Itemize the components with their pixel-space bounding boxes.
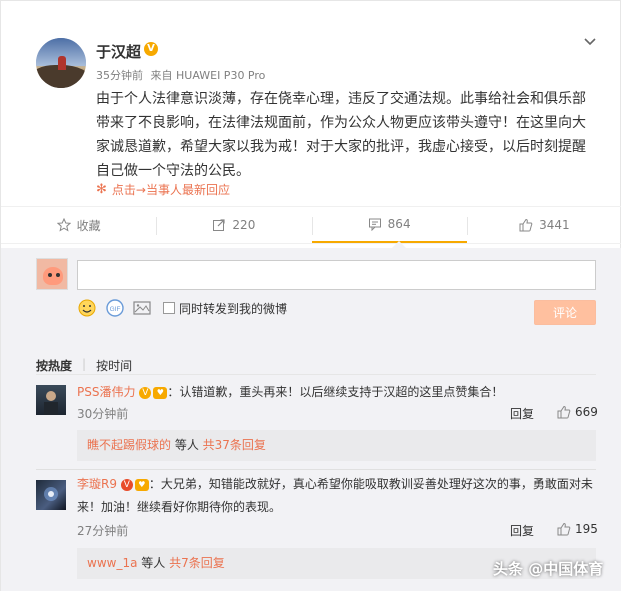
- sub-reply-mid: 等人: [171, 438, 203, 452]
- comment-line: PSS潘伟力 V ♥ ：认错道歉，重头再来！以后继续支持于汉超的这里点赞集合！: [77, 383, 597, 400]
- star-icon: [56, 218, 71, 232]
- verified-badge-icon: V: [120, 478, 133, 491]
- commenter-name[interactable]: PSS潘伟力: [77, 385, 135, 399]
- sub-reply-count[interactable]: 共7条回复: [169, 556, 225, 570]
- my-avatar: [36, 258, 68, 290]
- comment-time: 27分钟前: [77, 524, 129, 538]
- comment-button[interactable]: 864: [311, 207, 467, 243]
- like-count: 3441: [539, 218, 570, 232]
- commenter-avatar[interactable]: [36, 480, 66, 510]
- watermark: 头条 @中国体育: [493, 560, 604, 578]
- comment-count: 864: [387, 217, 411, 231]
- thumbs-up-icon: [557, 522, 571, 536]
- commenter-avatar[interactable]: [36, 385, 66, 415]
- comment-like-button[interactable]: 195: [557, 522, 598, 536]
- forward-icon: [213, 219, 226, 231]
- image-icon[interactable]: [132, 298, 152, 318]
- reply-button[interactable]: 回复: [510, 522, 534, 539]
- comment-text: ：认错道歉，重头再来！以后继续支持于汉超的这里点赞集合！: [167, 385, 504, 399]
- favorite-label: 收藏: [76, 218, 101, 233]
- flower-icon: ✻: [96, 182, 107, 197]
- gif-icon[interactable]: GIF: [105, 298, 125, 318]
- forward-count: 220: [232, 218, 256, 232]
- post-text: 由于个人法律意识淡薄，存在侥幸心理，违反了交通法规。此事给社会和俱乐部带来了不良…: [96, 91, 586, 179]
- comment-text: ：大兄弟，知错能改就好，真心希望你能吸取教训妥善处理好这次的事，勇敢面对未来！加…: [77, 477, 593, 514]
- comment-time: 30分钟前: [77, 407, 129, 421]
- hot-response-label: 点击→当事人最新回应: [111, 183, 230, 197]
- like-button[interactable]: 3441: [466, 207, 621, 243]
- commenter-name[interactable]: 李璇R9: [77, 477, 117, 491]
- favorite-button[interactable]: 收藏: [1, 207, 156, 243]
- fan-badge-icon: ♥: [153, 386, 168, 399]
- sub-reply-user[interactable]: 瞧不起踢假球的: [87, 438, 171, 452]
- comment-icon: [368, 218, 381, 231]
- weibo-post-card: 于汉超 V 35分钟前 来自 HUAWEI P30 Pro 由于个人法律意识淡薄…: [0, 0, 621, 591]
- reply-button[interactable]: 回复: [510, 405, 534, 422]
- divider: [36, 469, 596, 470]
- forward-button[interactable]: 220: [156, 207, 311, 243]
- emoji-icon[interactable]: [77, 298, 97, 318]
- sub-reply-count[interactable]: 共37条回复: [203, 438, 266, 452]
- comment-like-count: 669: [575, 405, 598, 419]
- author-name[interactable]: 于汉超: [96, 41, 141, 62]
- hot-response-link[interactable]: ✻ 点击→当事人最新回应: [96, 181, 230, 198]
- post-meta: 35分钟前 来自 HUAWEI P30 Pro: [96, 67, 269, 83]
- comment-like-count: 195: [575, 522, 598, 536]
- verified-badge-icon: V: [139, 386, 152, 399]
- verified-badge-icon: V: [144, 42, 158, 56]
- chevron-down-icon[interactable]: [583, 35, 597, 49]
- comment-line: 李璇R9 V ♥ ：大兄弟，知错能改就好，真心希望你能吸取教训妥善处理好这次的事，勇…: [77, 473, 597, 519]
- divider: [36, 374, 596, 375]
- sort-tabs: 按热度 | 按时间: [36, 357, 133, 374]
- thumbs-up-icon: [519, 218, 533, 232]
- tab-sort-hot[interactable]: 按热度: [36, 357, 72, 374]
- sub-reply-mid: 等人: [137, 556, 170, 570]
- comment-like-button[interactable]: 669: [557, 405, 598, 419]
- thumbs-up-icon: [557, 405, 571, 419]
- sub-replies-box[interactable]: 瞧不起踢假球的 等人 共37条回复: [77, 430, 596, 461]
- sub-reply-user[interactable]: www_1a: [87, 556, 137, 570]
- action-bar: 收藏 220 864 3441: [1, 206, 621, 244]
- comment-input[interactable]: [77, 260, 596, 290]
- tab-sort-time[interactable]: 按时间: [96, 357, 132, 374]
- post-source: 来自 HUAWEI P30 Pro: [150, 69, 266, 82]
- svg-text:GIF: GIF: [110, 306, 121, 313]
- post-time[interactable]: 35分钟前: [96, 69, 143, 82]
- author-avatar[interactable]: [36, 38, 86, 88]
- forward-checkbox-label[interactable]: 同时转发到我的微博: [179, 300, 287, 317]
- submit-comment-button[interactable]: 评论: [534, 300, 596, 325]
- forward-checkbox[interactable]: [163, 302, 175, 314]
- fan-badge-icon: ♥: [134, 478, 149, 491]
